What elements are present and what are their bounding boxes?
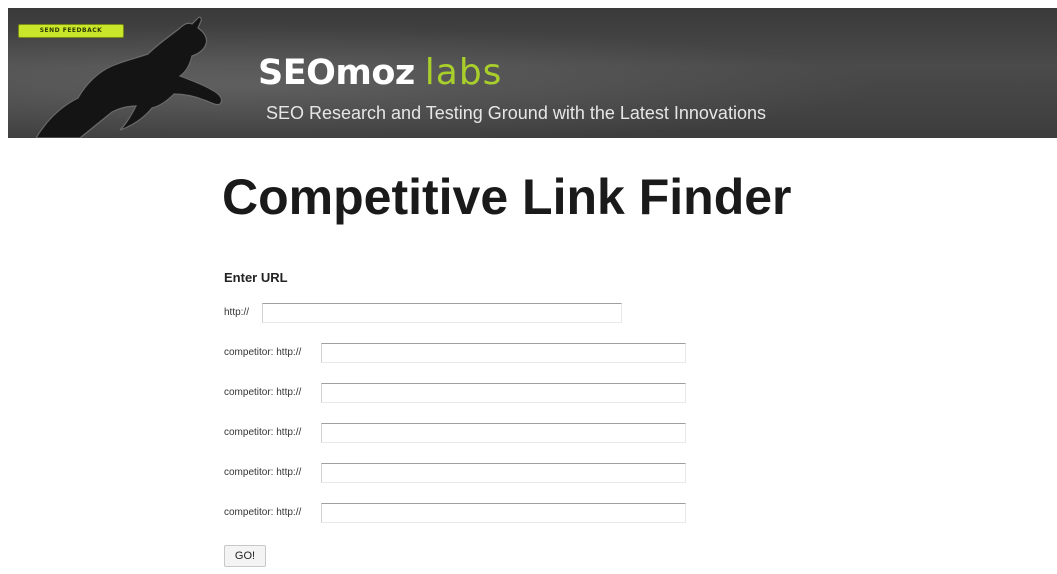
- competitor-url-input-5[interactable]: [321, 503, 686, 523]
- primary-url-input[interactable]: [262, 303, 622, 323]
- site-logo[interactable]: SEOmoz labs: [258, 52, 502, 93]
- site-header: SEND FEEDBACK SEOmoz labs SEO Research an…: [8, 8, 1057, 138]
- competitor-url-label: competitor: http://: [224, 347, 302, 358]
- competitor-url-input-4[interactable]: [321, 463, 686, 483]
- page-title: Competitive Link Finder: [222, 169, 792, 225]
- go-button[interactable]: GO!: [224, 545, 266, 567]
- enter-url-heading: Enter URL: [224, 270, 288, 285]
- primary-url-label: http://: [224, 307, 250, 318]
- competitor-url-label: competitor: http://: [224, 427, 302, 438]
- competitor-url-label: competitor: http://: [224, 467, 302, 478]
- competitor-url-input-1[interactable]: [321, 343, 686, 363]
- competitor-url-input-2[interactable]: [321, 383, 686, 403]
- site-tagline: SEO Research and Testing Ground with the…: [266, 103, 766, 123]
- send-feedback-button[interactable]: SEND FEEDBACK: [18, 24, 124, 38]
- logo-labs-text: labs: [424, 52, 503, 93]
- logo-main-text: SEOmoz: [258, 53, 415, 93]
- competitor-url-label: competitor: http://: [224, 507, 302, 518]
- competitor-url-input-3[interactable]: [321, 423, 686, 443]
- competitor-url-label: competitor: http://: [224, 387, 302, 398]
- page: SEND FEEDBACK SEOmoz labs SEO Research an…: [0, 0, 1057, 574]
